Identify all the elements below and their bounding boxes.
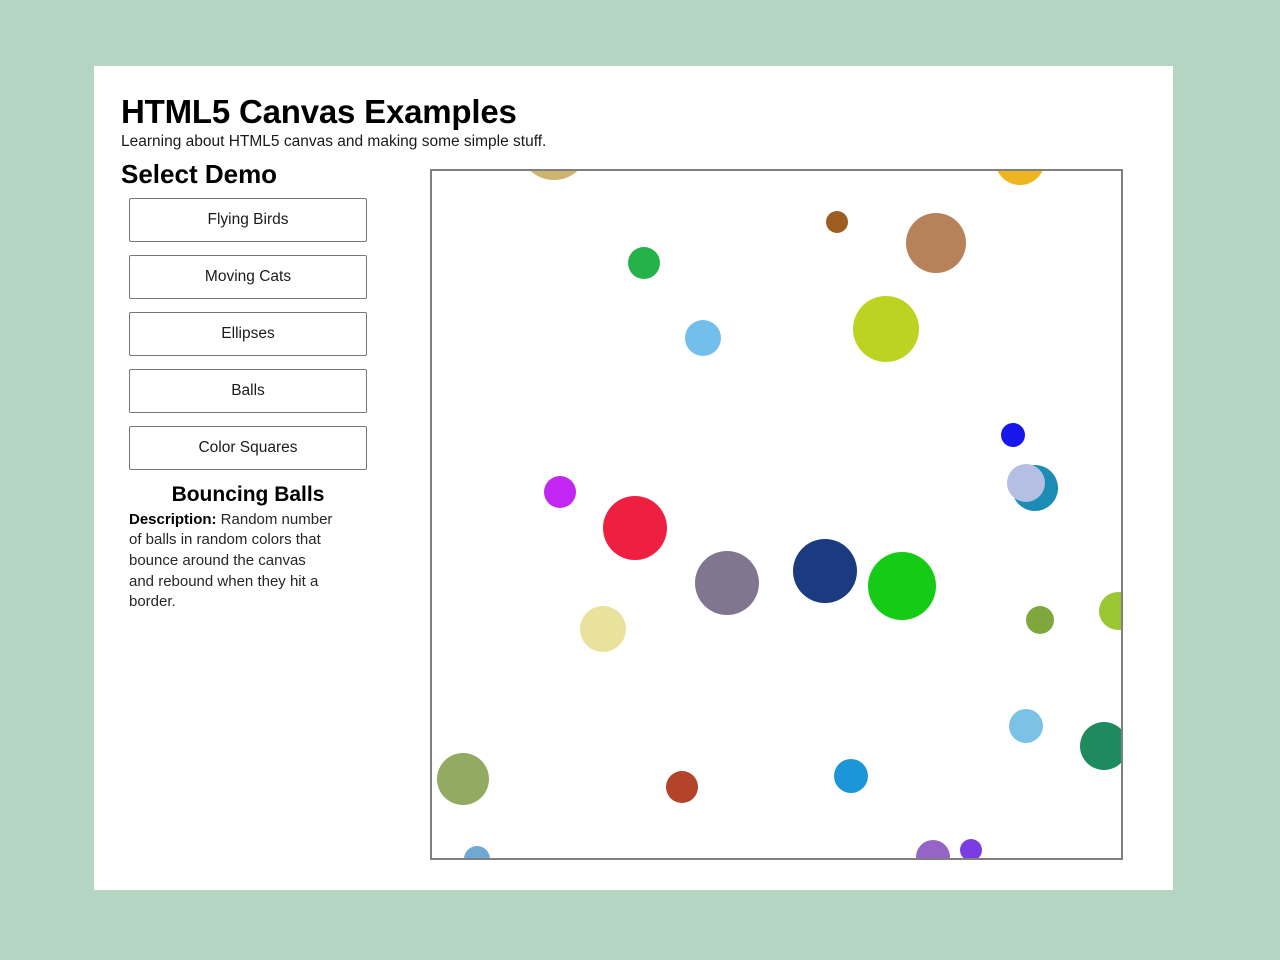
- canvas-ball: [1080, 722, 1121, 770]
- demo-description: Description: Random number of balls in r…: [129, 510, 334, 613]
- canvas-ball: [628, 247, 660, 279]
- demo-selector-panel: Select Demo Flying Birds Moving Cats Ellip…: [121, 160, 373, 613]
- canvas-ball: [868, 552, 936, 620]
- page-card: HTML5 Canvas Examples Learning about HTM…: [94, 66, 1173, 890]
- canvas-ball: [580, 606, 626, 652]
- canvas-ball: [916, 840, 950, 858]
- canvas-ball: [906, 213, 966, 273]
- canvas-ball: [519, 171, 589, 180]
- demo-button-moving-cats[interactable]: Moving Cats: [129, 254, 367, 299]
- canvas-ball: [464, 846, 490, 858]
- canvas-ball: [826, 211, 848, 233]
- demo-button-balls[interactable]: Balls: [129, 368, 367, 413]
- canvas-ball: [793, 539, 857, 603]
- canvas-ball: [1009, 709, 1043, 743]
- demo-button-flying-birds[interactable]: Flying Birds: [129, 197, 367, 242]
- canvas-ball: [603, 496, 667, 560]
- canvas-ball: [960, 839, 982, 858]
- bouncing-balls-canvas[interactable]: [430, 169, 1123, 860]
- demo-title: Bouncing Balls: [171, 482, 325, 506]
- canvas-ball: [1026, 606, 1054, 634]
- description-label: Description:: [129, 510, 217, 528]
- canvas-ball: [834, 759, 868, 793]
- demo-button-color-squares[interactable]: Color Squares: [129, 425, 367, 470]
- page-subtitle: Learning about HTML5 canvas and making s…: [121, 132, 547, 150]
- canvas-ball: [1007, 464, 1045, 502]
- canvas-ball: [1001, 423, 1025, 447]
- demo-button-ellipses[interactable]: Ellipses: [129, 311, 367, 356]
- demo-info-panel: Bouncing Balls Description: Random numbe…: [129, 483, 367, 614]
- canvas-ball: [853, 296, 919, 362]
- canvas-ball: [1099, 592, 1121, 630]
- page-header: HTML5 Canvas Examples Learning about HTM…: [121, 93, 741, 152]
- canvas-ball: [695, 551, 759, 615]
- demo-button-list: Flying Birds Moving Cats Ellipses Balls Colo…: [121, 197, 373, 470]
- canvas-ball: [995, 171, 1045, 185]
- page-title: HTML5 Canvas Examples: [121, 93, 517, 130]
- canvas-ball: [544, 476, 576, 508]
- select-demo-heading: Select Demo: [121, 159, 278, 189]
- canvas-ball: [437, 753, 489, 805]
- canvas-ball: [685, 320, 721, 356]
- canvas-ball: [666, 771, 698, 803]
